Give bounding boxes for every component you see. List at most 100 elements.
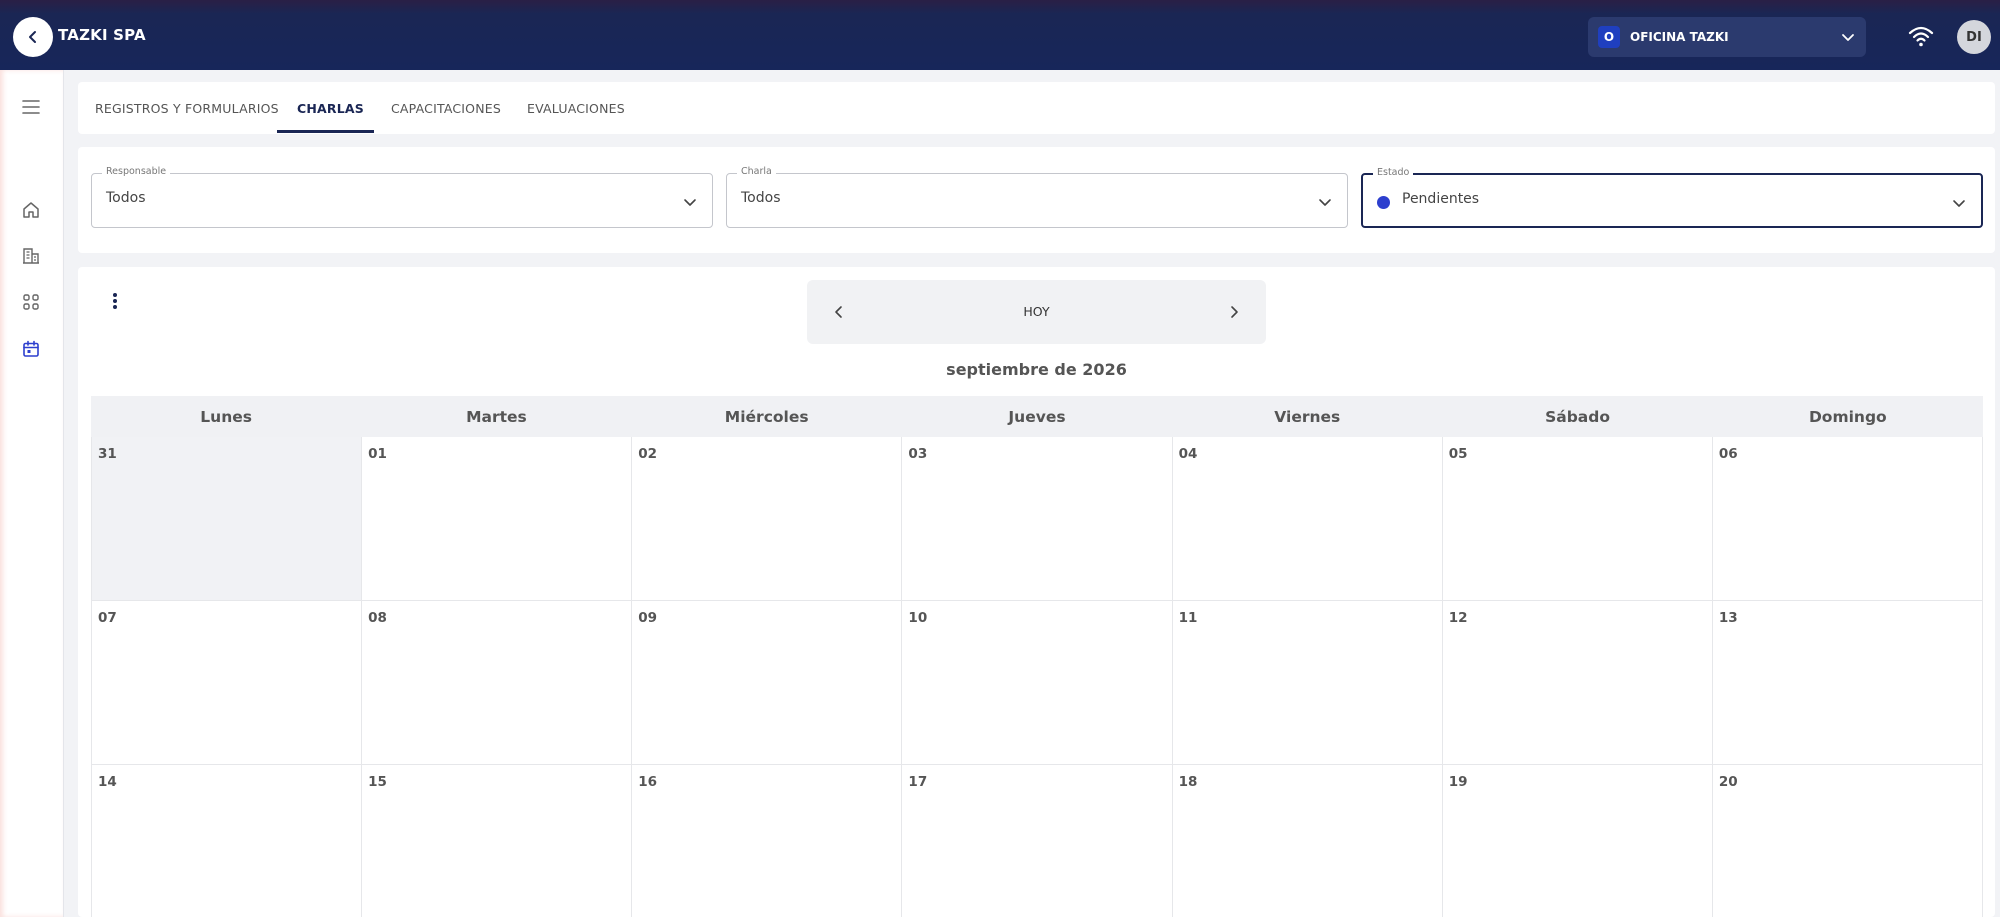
menu-button[interactable] bbox=[19, 95, 43, 119]
calendar-panel: HOY septiembre de 2026 Lunes Martes Miér… bbox=[78, 267, 1995, 917]
calendar-week: 31 01 02 03 04 05 06 bbox=[91, 437, 1983, 601]
tab-evaluaciones[interactable]: EVALUACIONES bbox=[527, 82, 625, 134]
calendar-week: 07 08 09 10 11 12 13 bbox=[91, 601, 1983, 765]
responsable-value: Todos bbox=[106, 190, 146, 206]
calendar-day-cell[interactable]: 05 bbox=[1442, 437, 1713, 601]
office-badge: O bbox=[1598, 26, 1620, 48]
company-name: TAZKI SPA bbox=[58, 26, 146, 44]
estado-select[interactable]: Estado Pendientes bbox=[1361, 167, 1983, 228]
calendar-day-cell[interactable]: 14 bbox=[91, 765, 363, 917]
day-number: 20 bbox=[1718, 774, 1738, 790]
day-number: 09 bbox=[638, 610, 658, 626]
day-number: 02 bbox=[638, 446, 658, 462]
calendar-day-cell[interactable]: 31 bbox=[91, 437, 363, 601]
calendar-day-cell[interactable]: 20 bbox=[1713, 765, 1983, 917]
charla-select[interactable]: Charla Todos bbox=[726, 166, 1348, 228]
day-number: 31 bbox=[98, 446, 117, 462]
previous-month-button[interactable] bbox=[829, 302, 849, 322]
chevron-right-icon bbox=[1231, 306, 1238, 318]
building-icon bbox=[23, 248, 39, 264]
sidebar-item-calendar[interactable] bbox=[19, 337, 43, 361]
tab-registros[interactable]: REGISTROS Y FORMULARIOS bbox=[95, 82, 279, 134]
calendar-day-cell[interactable]: 07 bbox=[91, 601, 363, 765]
calendar-day-cell[interactable]: 15 bbox=[362, 765, 633, 917]
more-vertical-icon bbox=[113, 293, 117, 309]
calendar-day-cell[interactable]: 03 bbox=[902, 437, 1173, 601]
calendar-day-cell[interactable]: 06 bbox=[1712, 437, 1983, 601]
charla-label: Charla bbox=[737, 166, 776, 177]
chevron-down-icon bbox=[1953, 200, 1965, 207]
active-tab-indicator bbox=[277, 130, 374, 133]
weekday-label: Miércoles bbox=[724, 407, 809, 426]
user-avatar[interactable]: DI bbox=[1957, 20, 1991, 54]
calendar-day-cell[interactable]: 02 bbox=[632, 437, 903, 601]
wifi-icon[interactable] bbox=[1908, 24, 1934, 48]
day-number: 05 bbox=[1448, 446, 1468, 462]
sidebar-item-home[interactable] bbox=[19, 198, 43, 222]
apps-grid-icon bbox=[23, 294, 39, 310]
responsable-label: Responsable bbox=[102, 166, 171, 177]
day-number: 11 bbox=[1178, 610, 1198, 626]
tab-capacitaciones[interactable]: CAPACITACIONES bbox=[391, 82, 501, 134]
calendar-day-cell[interactable]: 01 bbox=[362, 437, 633, 601]
menu-icon bbox=[22, 100, 40, 114]
calendar-icon bbox=[23, 340, 39, 357]
back-button[interactable] bbox=[13, 17, 53, 57]
weekday-label: Lunes bbox=[200, 407, 252, 426]
calendar-day-cell[interactable]: 11 bbox=[1172, 601, 1443, 765]
day-number: 06 bbox=[1718, 446, 1738, 462]
sidebar-item-modules[interactable] bbox=[19, 290, 43, 314]
calendar-day-cell[interactable]: 04 bbox=[1172, 437, 1443, 601]
sidebar bbox=[0, 70, 64, 917]
day-number: 03 bbox=[908, 446, 928, 462]
calendar-grid: Lunes Martes Miércoles Jueves Viernes Sá… bbox=[91, 396, 1983, 917]
month-title: septiembre de 2026 bbox=[946, 360, 1127, 379]
day-number: 07 bbox=[98, 610, 117, 626]
chevron-down-icon bbox=[1319, 199, 1331, 206]
calendar-day-cell[interactable]: 09 bbox=[632, 601, 903, 765]
calendar-day-cell[interactable]: 12 bbox=[1442, 601, 1713, 765]
calendar-day-cell[interactable]: 10 bbox=[902, 601, 1173, 765]
calendar-day-cell[interactable]: 17 bbox=[902, 765, 1173, 917]
weekday-label: Jueves bbox=[1008, 407, 1066, 426]
charla-value: Todos bbox=[741, 190, 781, 206]
day-number: 19 bbox=[1448, 774, 1468, 790]
day-number: 04 bbox=[1178, 446, 1198, 462]
day-number: 01 bbox=[368, 446, 387, 462]
day-number: 15 bbox=[368, 774, 387, 790]
day-number: 14 bbox=[98, 774, 117, 790]
weekday-label: Sábado bbox=[1545, 407, 1610, 426]
day-number: 17 bbox=[908, 774, 928, 790]
day-number: 13 bbox=[1718, 610, 1738, 626]
more-options-button[interactable] bbox=[107, 290, 123, 312]
responsable-select[interactable]: Responsable Todos bbox=[91, 166, 713, 228]
estado-label: Estado bbox=[1373, 167, 1414, 178]
today-button[interactable]: HOY bbox=[1013, 302, 1059, 321]
calendar-day-cell[interactable]: 16 bbox=[632, 765, 903, 917]
calendar-day-cell[interactable]: 19 bbox=[1443, 765, 1713, 917]
calendar-day-cell[interactable]: 08 bbox=[362, 601, 633, 765]
next-month-button[interactable] bbox=[1224, 302, 1244, 322]
day-number: 08 bbox=[368, 610, 387, 626]
home-icon bbox=[23, 202, 39, 218]
calendar-day-cell[interactable]: 13 bbox=[1712, 601, 1983, 765]
weekday-label: Martes bbox=[466, 407, 527, 426]
day-number: 10 bbox=[908, 610, 928, 626]
sidebar-item-company[interactable] bbox=[19, 244, 43, 268]
tab-charlas[interactable]: CHARLAS bbox=[297, 82, 364, 134]
weekday-label: Viernes bbox=[1274, 407, 1341, 426]
office-selector[interactable]: O OFICINA TAZKI bbox=[1588, 17, 1866, 57]
chevron-down-icon bbox=[684, 199, 696, 206]
day-number: 16 bbox=[638, 774, 658, 790]
calendar-week: 14 15 16 17 18 19 20 bbox=[91, 765, 1983, 917]
top-bar: TAZKI SPA O OFICINA TAZKI DI bbox=[0, 0, 2000, 70]
tabs-bar: REGISTROS Y FORMULARIOS CHARLAS CAPACITA… bbox=[78, 82, 1995, 134]
weekday-header: Lunes Martes Miércoles Jueves Viernes Sá… bbox=[91, 396, 1983, 437]
chevron-left-icon bbox=[835, 306, 842, 318]
day-number: 18 bbox=[1178, 774, 1198, 790]
status-color-dot bbox=[1377, 196, 1390, 209]
office-name: OFICINA TAZKI bbox=[1630, 30, 1729, 44]
calendar-day-cell[interactable]: 18 bbox=[1173, 765, 1443, 917]
chevron-left-icon bbox=[29, 31, 36, 43]
weekday-label: Domingo bbox=[1808, 407, 1887, 426]
